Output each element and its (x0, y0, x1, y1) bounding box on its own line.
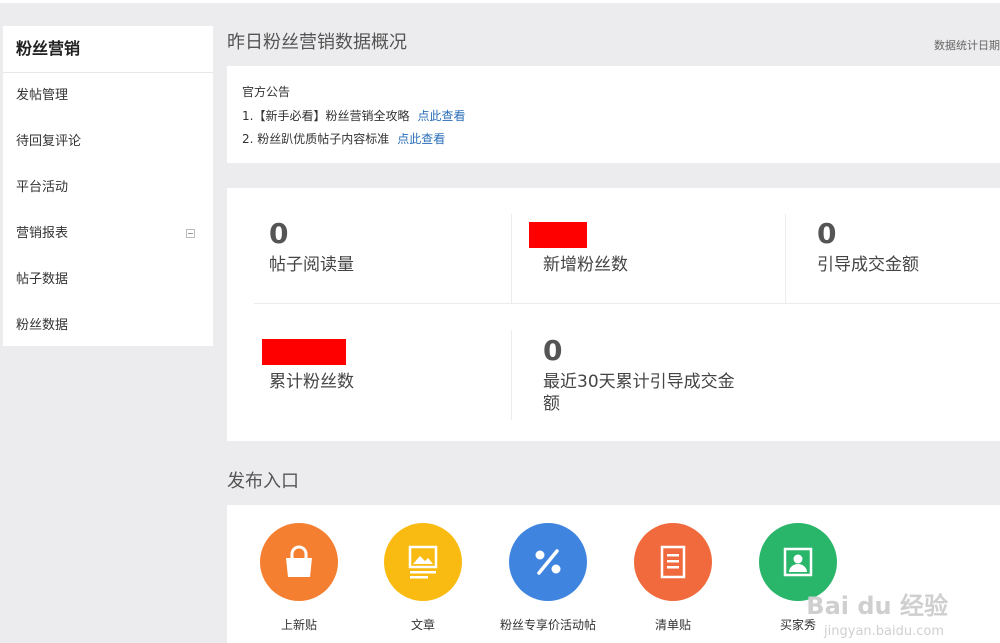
publish-label: 清单贴 (654, 618, 691, 632)
announcement-item: 2. 粉丝趴优质帖子内容标准 点此查看 (242, 130, 445, 147)
stat-label: 新增粉丝数 (543, 255, 628, 275)
stat-label: 累计粉丝数 (269, 372, 354, 392)
stat-date-label: 数据统计日期 (934, 39, 1000, 52)
sidebar-item-label: 发帖管理 (16, 88, 69, 103)
watermark-url: jingyan.baidu.com (824, 624, 944, 639)
publish-fan-price-button[interactable]: 粉丝专享价活动帖 (488, 523, 608, 633)
divider (785, 214, 786, 304)
divider (511, 330, 512, 420)
sidebar-item-post-data[interactable]: 帖子数据 (3, 257, 213, 303)
publish-panel: 上新贴 文章 粉丝专享价活动帖 清单贴 买家秀 (227, 505, 1000, 643)
stat-label: 帖子阅读量 (269, 255, 354, 275)
shopping-bag-icon (260, 523, 338, 601)
publish-label: 上新贴 (280, 618, 317, 632)
stat-guided-30d: 0 最近30天累计引导成交金 额 (543, 335, 735, 415)
sidebar-item-fans-data[interactable]: 粉丝数据 (3, 303, 213, 349)
percent-icon (509, 523, 587, 601)
divider (511, 214, 512, 304)
publish-article-button[interactable]: 文章 (363, 523, 483, 633)
sidebar-item-label: 营销报表 (16, 226, 69, 241)
stat-value: 0 (269, 217, 289, 250)
sidebar-title: 粉丝营销 (3, 26, 213, 73)
announcement-panel: 官方公告 1.【新手必看】粉丝营销全攻略 点此查看 2. 粉丝趴优质帖子内容标准点… (227, 66, 1000, 163)
stat-guided-amount: 0 引导成交金额 (817, 218, 919, 276)
stat-label: 引导成交金额 (817, 255, 919, 275)
stat-label: 最近30天累计引导成交金 额 (543, 372, 735, 414)
sidebar-item-label: 帖子数据 (16, 272, 69, 287)
announcement-text: 2. 粉丝趴优质帖子内容标准 (242, 132, 390, 146)
publish-list-button[interactable]: 清单贴 (613, 523, 733, 633)
view-link[interactable]: 点此查看 (397, 132, 445, 146)
sidebar-item-label: 平台活动 (16, 180, 69, 195)
collapse-icon[interactable] (186, 229, 195, 238)
image-article-icon (384, 523, 462, 601)
announcement-item: 1.【新手必看】粉丝营销全攻略 点此查看 (242, 107, 465, 124)
stat-value: 0 (543, 334, 563, 367)
publish-label: 粉丝专享价活动帖 (499, 618, 596, 632)
sidebar-item-label: 粉丝数据 (16, 318, 69, 333)
page-title: 昨日粉丝营销数据概况 (227, 32, 407, 53)
stat-total-fans: 累计粉丝数 (269, 335, 354, 393)
baidu-watermark: Bai du 经验 (806, 592, 948, 620)
stat-new-fans: 新增粉丝数 (543, 218, 628, 276)
top-border (0, 0, 1000, 3)
view-link[interactable]: 点此查看 (417, 109, 465, 123)
list-document-icon (634, 523, 712, 601)
sidebar-item-platform-activity[interactable]: 平台活动 (3, 165, 213, 211)
announcement-heading: 官方公告 (242, 85, 291, 99)
divider (254, 303, 1000, 304)
stats-panel: 0 帖子阅读量 新增粉丝数 0 引导成交金额 累计粉丝数 0 最近30天累计引导… (227, 188, 1000, 441)
stat-post-reads: 0 帖子阅读量 (269, 218, 354, 276)
announcement-text: 1.【新手必看】粉丝营销全攻略 (242, 109, 410, 123)
sidebar: 粉丝营销 发帖管理 待回复评论 平台活动 营销报表 帖子数据 粉丝数据 (3, 26, 213, 346)
publish-label: 文章 (410, 618, 435, 632)
stat-value: 0 (817, 217, 837, 250)
sidebar-item-label: 待回复评论 (16, 134, 82, 149)
sidebar-item-pending-comments[interactable]: 待回复评论 (3, 119, 213, 165)
sidebar-item-post-management[interactable]: 发帖管理 (3, 73, 213, 119)
sidebar-item-marketing-report[interactable]: 营销报表 (3, 211, 213, 257)
publish-new-post-button[interactable]: 上新贴 (239, 523, 359, 633)
publish-title: 发布入口 (227, 471, 299, 492)
